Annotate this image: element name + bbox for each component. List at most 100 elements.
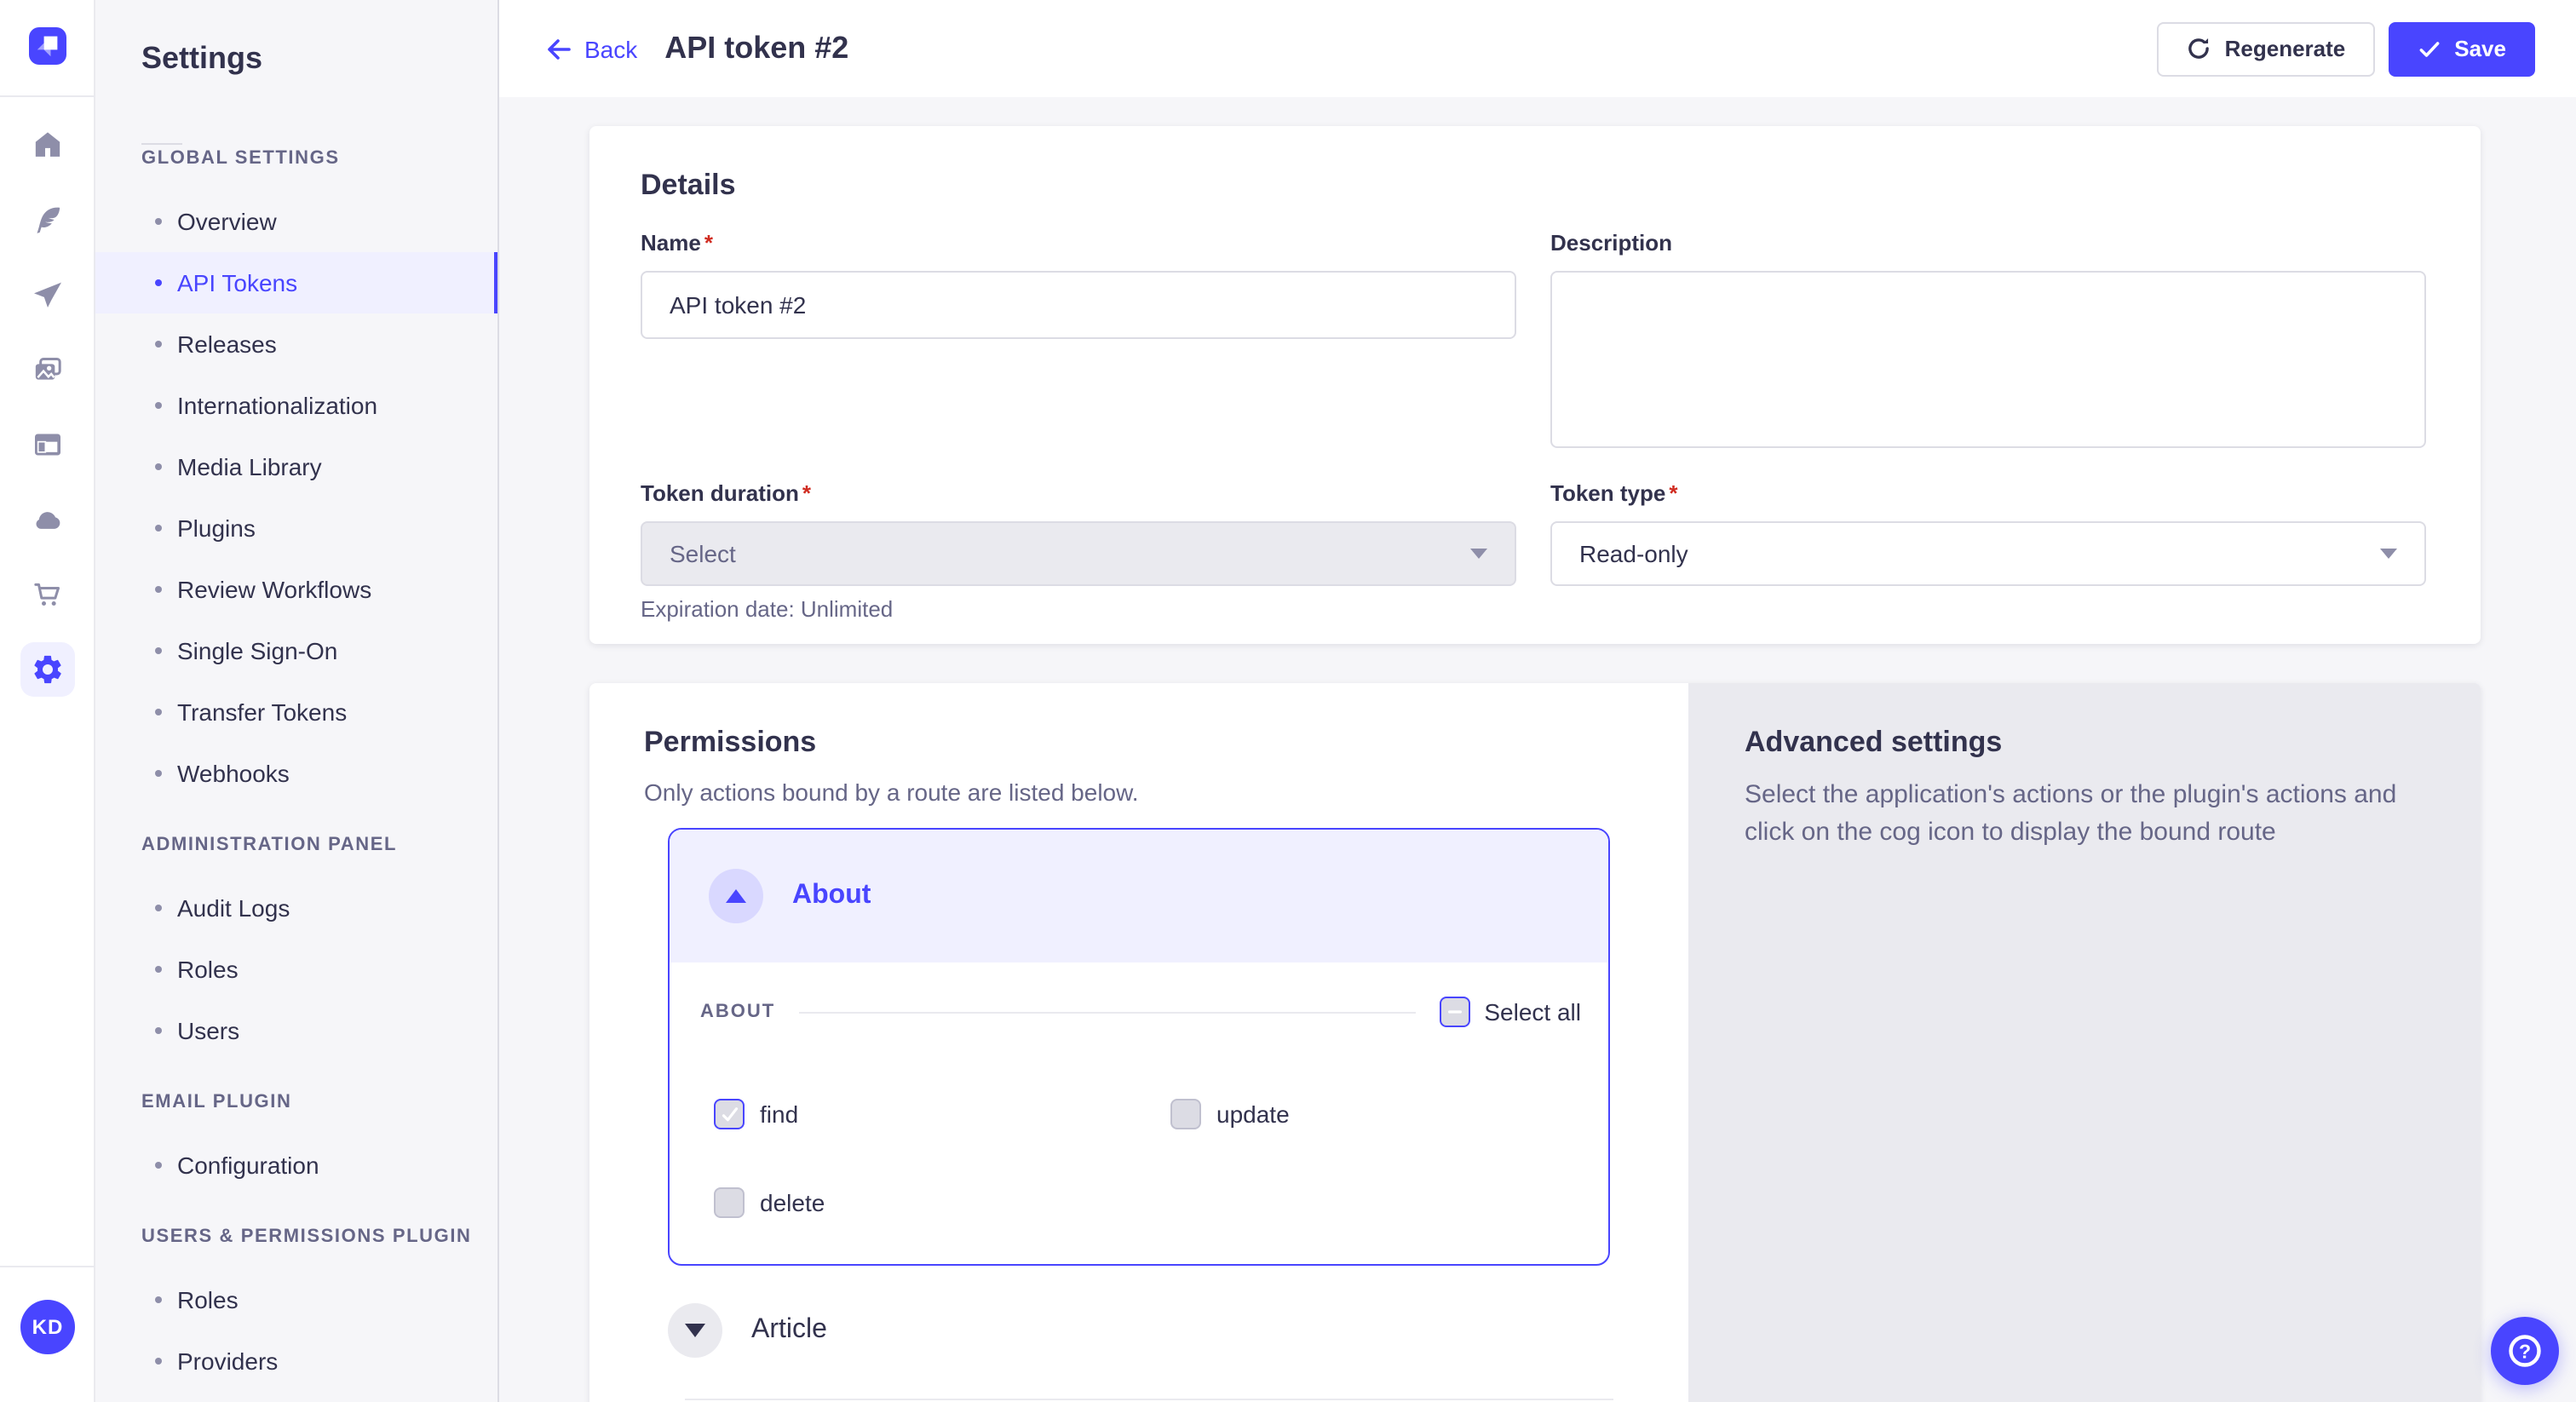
name-label: Name* xyxy=(641,230,713,256)
description-field-group: Description xyxy=(1550,228,2426,448)
strapi-logo-icon[interactable] xyxy=(29,27,66,65)
details-heading: Details xyxy=(641,167,2429,204)
accordion-about-body: ABOUT Select all xyxy=(670,962,1608,1218)
settings-sidebar: Settings GLOBAL SETTINGS Overview API To… xyxy=(95,0,499,1402)
question-mark-icon: ? xyxy=(2506,1332,2544,1370)
update-checkbox[interactable] xyxy=(1170,1099,1201,1129)
sidebar-item-webhooks[interactable]: Webhooks xyxy=(95,743,497,804)
about-section-label: ABOUT xyxy=(700,1002,775,1022)
cloud-icon[interactable] xyxy=(31,503,65,537)
sidebar-section-email-plugin: EMAIL PLUGIN Configuration xyxy=(141,1092,497,1196)
action-find: find xyxy=(714,1099,1170,1129)
back-arrow-icon xyxy=(545,35,572,62)
sidebar-item-admin-roles[interactable]: Roles xyxy=(95,939,497,1000)
sidebar-item-internationalization[interactable]: Internationalization xyxy=(95,375,497,436)
action-delete: delete xyxy=(714,1187,1170,1218)
sidebar-item-api-tokens[interactable]: API Tokens xyxy=(95,252,497,313)
actions-grid: find update delete xyxy=(714,1099,1581,1218)
bullet-icon xyxy=(155,402,162,409)
description-textarea[interactable] xyxy=(1550,271,2426,448)
sidebar-section-global-settings: GLOBAL SETTINGS Overview API Tokens Rele… xyxy=(141,148,497,804)
home-icon[interactable] xyxy=(31,128,65,162)
sidebar-item-up-providers[interactable]: Providers xyxy=(95,1330,497,1392)
content-feather-icon[interactable] xyxy=(31,203,65,237)
nav-rail-brand-section xyxy=(0,0,94,97)
bullet-icon xyxy=(155,709,162,715)
section-label: ADMINISTRATION PANEL xyxy=(141,835,497,855)
select-all-checkbox[interactable] xyxy=(1440,997,1470,1027)
accordion-about-toggle[interactable]: About xyxy=(670,830,1608,962)
accordion-about-title: About xyxy=(792,881,871,911)
permissions-panel: Permissions Only actions bound by a rout… xyxy=(589,683,1688,1402)
name-input[interactable] xyxy=(641,271,1516,339)
accordion-about: About ABOUT Selec xyxy=(668,828,1610,1266)
advanced-settings-heading: Advanced settings xyxy=(1745,724,2426,761)
save-button[interactable]: Save xyxy=(2388,21,2535,76)
bullet-icon xyxy=(155,1358,162,1365)
rail-divider xyxy=(0,1266,94,1267)
sidebar-item-transfer-tokens[interactable]: Transfer Tokens xyxy=(95,681,497,743)
bullet-icon xyxy=(155,905,162,911)
token-type-select[interactable]: Read-only xyxy=(1550,521,2426,586)
bullet-icon xyxy=(155,463,162,470)
media-library-images-icon[interactable] xyxy=(31,353,65,387)
sidebar-item-review-workflows[interactable]: Review Workflows xyxy=(95,559,497,620)
accordion-article-toggle[interactable]: Article xyxy=(668,1284,1688,1358)
sidebar-item-plugins[interactable]: Plugins xyxy=(95,497,497,559)
user-avatar[interactable]: KD xyxy=(20,1300,75,1354)
svg-text:?: ? xyxy=(2519,1340,2531,1362)
sidebar-item-overview[interactable]: Overview xyxy=(95,191,497,252)
sidebar-item-single-sign-on[interactable]: Single Sign-On xyxy=(95,620,497,681)
sidebar-title: Settings xyxy=(141,0,497,77)
bullet-icon xyxy=(155,586,162,593)
content-manager-layout-icon[interactable] xyxy=(31,428,65,462)
permissions-heading: Permissions xyxy=(644,724,1688,761)
bullet-icon xyxy=(155,966,162,973)
sidebar-item-audit-logs[interactable]: Audit Logs xyxy=(95,877,497,939)
bullet-icon xyxy=(155,1027,162,1034)
sidebar-section-users-permissions-plugin: USERS & PERMISSIONS PLUGIN Roles Provide… xyxy=(141,1227,497,1392)
deploy-paper-plane-icon[interactable] xyxy=(31,278,65,312)
bullet-icon xyxy=(155,1296,162,1303)
bullet-icon xyxy=(155,341,162,348)
sidebar-section-administration-panel: ADMINISTRATION PANEL Audit Logs Roles Us… xyxy=(141,835,497,1061)
find-checkbox[interactable] xyxy=(714,1099,745,1129)
sidebar-item-media-library[interactable]: Media Library xyxy=(95,436,497,497)
regenerate-button[interactable]: Regenerate xyxy=(2157,21,2375,76)
page-header: Back API token #2 Regenerate Save xyxy=(499,0,2576,97)
token-duration-label: Token duration* xyxy=(641,480,811,506)
sidebar-item-email-configuration[interactable]: Configuration xyxy=(95,1135,497,1196)
bullet-icon xyxy=(155,647,162,654)
sidebar-item-admin-users[interactable]: Users xyxy=(95,1000,497,1061)
required-asterisk: * xyxy=(1669,480,1677,506)
token-duration-helper: Expiration date: Unlimited xyxy=(641,596,1516,622)
advanced-settings-panel: Advanced settings Select the application… xyxy=(1688,683,2481,1402)
required-asterisk: * xyxy=(704,230,713,256)
delete-checkbox[interactable] xyxy=(714,1187,745,1218)
help-button[interactable]: ? xyxy=(2491,1317,2559,1385)
settings-gear-icon xyxy=(31,652,65,687)
marketplace-cart-icon[interactable] xyxy=(31,577,65,612)
back-link[interactable]: Back xyxy=(545,35,637,62)
bullet-icon xyxy=(155,1162,162,1169)
action-update: update xyxy=(1170,1099,1610,1129)
sidebar-item-releases[interactable]: Releases xyxy=(95,313,497,375)
chevron-down-icon xyxy=(685,1324,705,1337)
chevron-up-icon xyxy=(726,889,746,903)
refresh-icon xyxy=(2186,36,2211,61)
details-card: Details Name* Description Token duration… xyxy=(589,126,2481,644)
token-duration-select[interactable]: Select xyxy=(641,521,1516,586)
bullet-icon xyxy=(155,525,162,531)
advanced-settings-body: Select the application's actions or the … xyxy=(1745,777,2426,850)
check-icon xyxy=(2417,37,2441,60)
sidebar-item-up-roles[interactable]: Roles xyxy=(95,1269,497,1330)
section-label: GLOBAL SETTINGS xyxy=(141,148,497,169)
accordion-article-title: Article xyxy=(751,1315,827,1346)
expand-circle-button[interactable] xyxy=(668,1303,722,1358)
token-duration-field-group: Token duration* Select Expiration date: … xyxy=(641,479,1516,622)
settings-gear-button[interactable] xyxy=(20,642,75,697)
check-icon xyxy=(718,1103,740,1125)
select-all-label: Select all xyxy=(1484,998,1581,1026)
collapse-circle-button[interactable] xyxy=(709,869,763,923)
divider xyxy=(685,1399,1613,1400)
